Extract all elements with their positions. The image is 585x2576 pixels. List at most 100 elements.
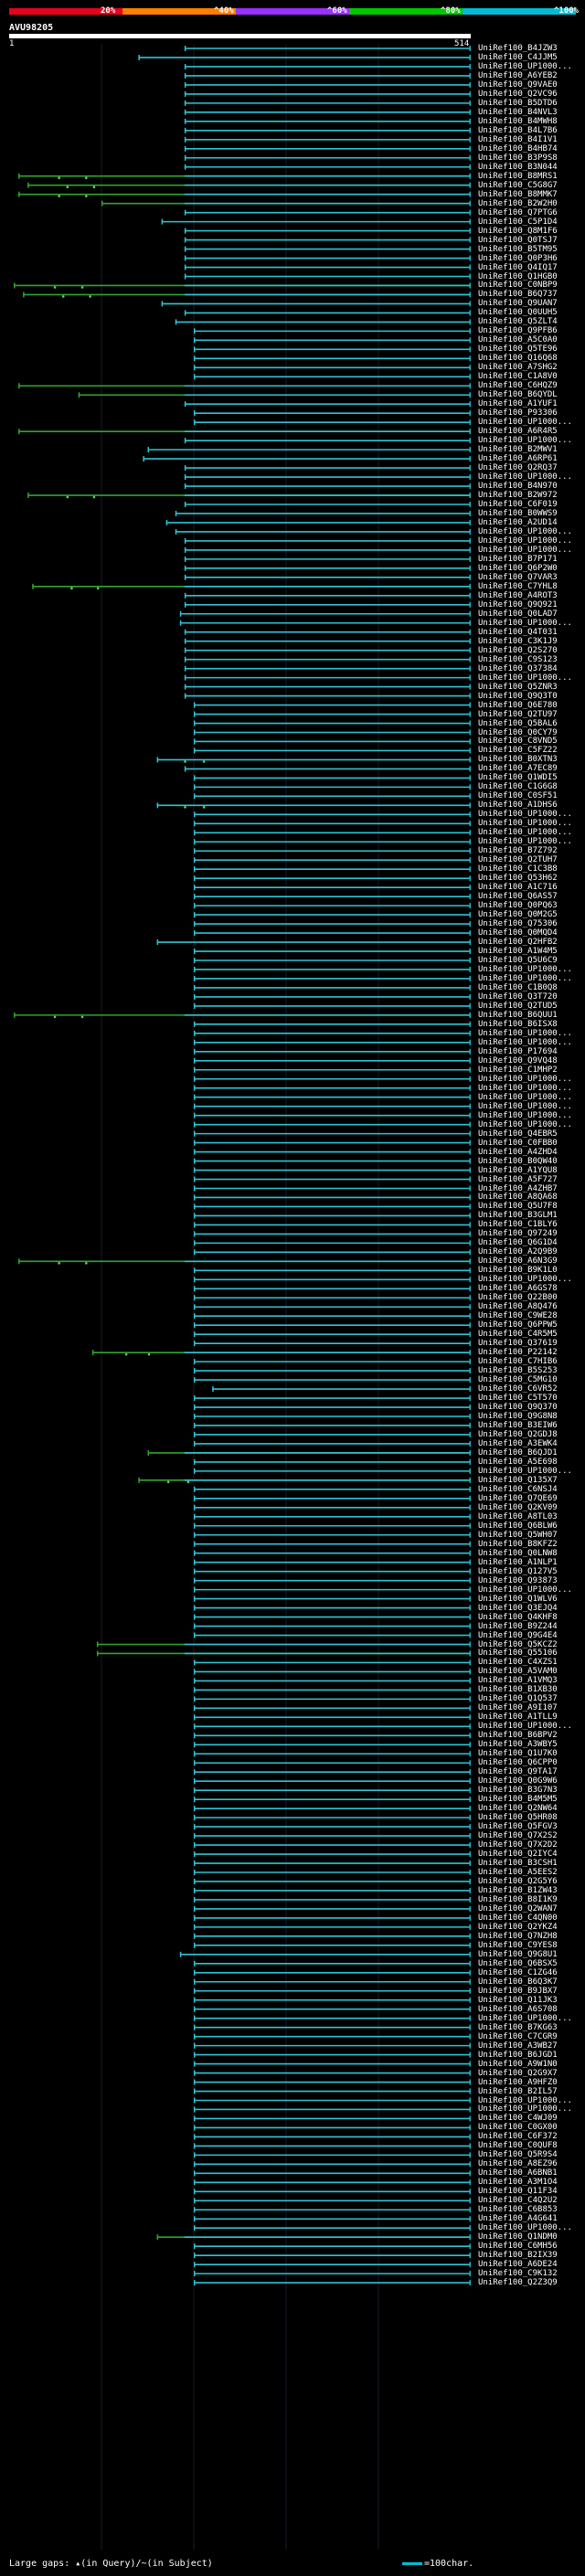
hit-label[interactable]: UniRef100_UP1000... bbox=[478, 1111, 583, 1120]
hit-row[interactable] bbox=[194, 1002, 471, 1009]
hit-row[interactable] bbox=[194, 1039, 471, 1045]
hit-row[interactable] bbox=[175, 510, 471, 516]
hit-label[interactable]: UniRef100_C7HIB6 bbox=[478, 1357, 583, 1366]
hit-label[interactable]: UniRef100_A4ZHD4 bbox=[478, 1148, 583, 1157]
hit-label[interactable]: UniRef100_Q4IQ17 bbox=[478, 263, 583, 272]
hit-label[interactable]: UniRef100_UP1000... bbox=[478, 546, 583, 555]
hit-row[interactable] bbox=[194, 821, 471, 827]
hit-label[interactable]: UniRef100_Q0G9W6 bbox=[478, 1776, 583, 1786]
hit-row[interactable] bbox=[194, 1905, 471, 1912]
hit-label[interactable]: UniRef100_B6Q3K7 bbox=[478, 1977, 583, 1987]
hit-label[interactable]: UniRef100_UP1000... bbox=[478, 2223, 583, 2232]
hit-row[interactable] bbox=[194, 702, 471, 708]
hit-label[interactable]: UniRef100_A4G641 bbox=[478, 2214, 583, 2223]
hit-row[interactable] bbox=[184, 537, 471, 544]
hit-row[interactable] bbox=[184, 465, 471, 472]
hit-row[interactable] bbox=[194, 2051, 471, 2058]
hit-label[interactable]: UniRef100_C5G8G7 bbox=[478, 181, 583, 190]
hit-row[interactable] bbox=[194, 1896, 471, 1903]
hit-row[interactable] bbox=[184, 401, 471, 408]
hit-row[interactable] bbox=[194, 1559, 471, 1565]
hit-row[interactable] bbox=[194, 2033, 471, 2040]
hit-label[interactable]: UniRef100_C6B853 bbox=[478, 2205, 583, 2214]
hit-label[interactable]: UniRef100_C0FBB0 bbox=[478, 1139, 583, 1148]
hit-label[interactable]: UniRef100_B8MMK7 bbox=[478, 190, 583, 199]
hit-label[interactable]: UniRef100_B6ISX8 bbox=[478, 1020, 583, 1029]
hit-label[interactable]: UniRef100_B4JZW3 bbox=[478, 44, 583, 53]
hit-label[interactable]: UniRef100_Q0LNW8 bbox=[478, 1549, 583, 1558]
hit-row[interactable] bbox=[179, 1951, 471, 1957]
hit-label[interactable]: UniRef100_A8TL03 bbox=[478, 1512, 583, 1521]
hit-label[interactable]: UniRef100_Q0UUH5 bbox=[478, 308, 583, 317]
hit-label[interactable]: UniRef100_C1C3B8 bbox=[478, 864, 583, 874]
hit-row[interactable] bbox=[23, 292, 471, 298]
hit-row[interactable] bbox=[14, 1012, 471, 1019]
hit-row[interactable] bbox=[184, 656, 471, 663]
hit-row[interactable] bbox=[184, 255, 471, 261]
hit-label[interactable]: UniRef100_Q8M1F6 bbox=[478, 227, 583, 236]
hit-row[interactable] bbox=[184, 246, 471, 252]
hit-label[interactable]: UniRef100_A6GS78 bbox=[478, 1284, 583, 1293]
hit-label[interactable]: UniRef100_C1ZG46 bbox=[478, 1968, 583, 1977]
hit-row[interactable] bbox=[194, 1568, 471, 1574]
hit-label[interactable]: UniRef100_B4NVL3 bbox=[478, 108, 583, 117]
hit-label[interactable]: UniRef100_UP1000... bbox=[478, 837, 583, 846]
hit-row[interactable] bbox=[194, 1623, 471, 1629]
hit-label[interactable]: UniRef100_Q0M2G5 bbox=[478, 910, 583, 919]
hit-row[interactable] bbox=[194, 346, 471, 353]
hit-row[interactable] bbox=[156, 2234, 471, 2241]
hit-label[interactable]: UniRef100_UP1000... bbox=[478, 1467, 583, 1476]
hit-row[interactable] bbox=[194, 1997, 471, 2003]
hit-row[interactable] bbox=[194, 2271, 471, 2277]
hit-row[interactable] bbox=[194, 2125, 471, 2131]
hit-label[interactable]: UniRef100_Q6G1D4 bbox=[478, 1238, 583, 1247]
hit-row[interactable] bbox=[18, 429, 471, 435]
hit-row[interactable] bbox=[194, 830, 471, 836]
hit-row[interactable] bbox=[194, 2015, 471, 2021]
hit-label[interactable]: UniRef100_UP1000... bbox=[478, 1102, 583, 1111]
hit-row[interactable] bbox=[194, 1933, 471, 1939]
hit-row[interactable] bbox=[194, 2088, 471, 2094]
hit-row[interactable] bbox=[184, 72, 471, 79]
hit-label[interactable]: UniRef100_Q2NW64 bbox=[478, 1804, 583, 1813]
hit-row[interactable] bbox=[194, 1760, 471, 1766]
hit-label[interactable]: UniRef100_Q9PFB6 bbox=[478, 326, 583, 335]
hit-row[interactable] bbox=[184, 647, 471, 653]
hit-row[interactable] bbox=[194, 1842, 471, 1849]
hit-row[interactable] bbox=[194, 1541, 471, 1547]
hit-row[interactable] bbox=[194, 1495, 471, 1501]
hit-row[interactable] bbox=[194, 1742, 471, 1748]
hit-row[interactable] bbox=[194, 1240, 471, 1246]
hit-label[interactable]: UniRef100_Q2RQ37 bbox=[478, 463, 583, 472]
hit-row[interactable] bbox=[18, 383, 471, 389]
hit-row[interactable] bbox=[194, 2161, 471, 2168]
hit-row[interactable] bbox=[184, 693, 471, 699]
hit-row[interactable] bbox=[194, 1550, 471, 1556]
hit-row[interactable] bbox=[194, 2179, 471, 2186]
hit-row[interactable] bbox=[184, 674, 471, 681]
hit-row[interactable] bbox=[175, 319, 471, 325]
hit-row[interactable] bbox=[194, 1103, 471, 1109]
hit-row[interactable] bbox=[194, 1696, 471, 1702]
hit-row[interactable] bbox=[194, 1678, 471, 1684]
hit-label[interactable]: UniRef100_B0XTN3 bbox=[478, 755, 583, 764]
hit-label[interactable]: UniRef100_UP1000... bbox=[478, 418, 583, 427]
hit-label[interactable]: UniRef100_Q0LAD7 bbox=[478, 610, 583, 619]
hit-row[interactable] bbox=[194, 1185, 471, 1192]
hit-label[interactable]: UniRef100_A3WBY5 bbox=[478, 1740, 583, 1749]
hit-label[interactable]: UniRef100_Q7QE69 bbox=[478, 1494, 583, 1503]
hit-row[interactable] bbox=[194, 1313, 471, 1320]
hit-label[interactable]: UniRef100_Q0CY79 bbox=[478, 728, 583, 737]
hit-row[interactable] bbox=[194, 1522, 471, 1529]
hit-row[interactable] bbox=[194, 729, 471, 736]
hit-label[interactable]: UniRef100_Q11JK3 bbox=[478, 1996, 583, 2005]
hit-row[interactable] bbox=[184, 592, 471, 599]
hit-row[interactable] bbox=[194, 1167, 471, 1173]
hit-row[interactable] bbox=[194, 711, 471, 717]
hit-label[interactable]: UniRef100_Q2HFB2 bbox=[478, 938, 583, 947]
hit-label[interactable]: UniRef100_UP1000... bbox=[478, 819, 583, 828]
hit-label[interactable]: UniRef100_A7SHG2 bbox=[478, 363, 583, 372]
hit-row[interactable] bbox=[194, 921, 471, 928]
hit-label[interactable]: UniRef100_A2UD14 bbox=[478, 518, 583, 527]
hit-label[interactable]: UniRef100_C7YHL8 bbox=[478, 582, 583, 591]
